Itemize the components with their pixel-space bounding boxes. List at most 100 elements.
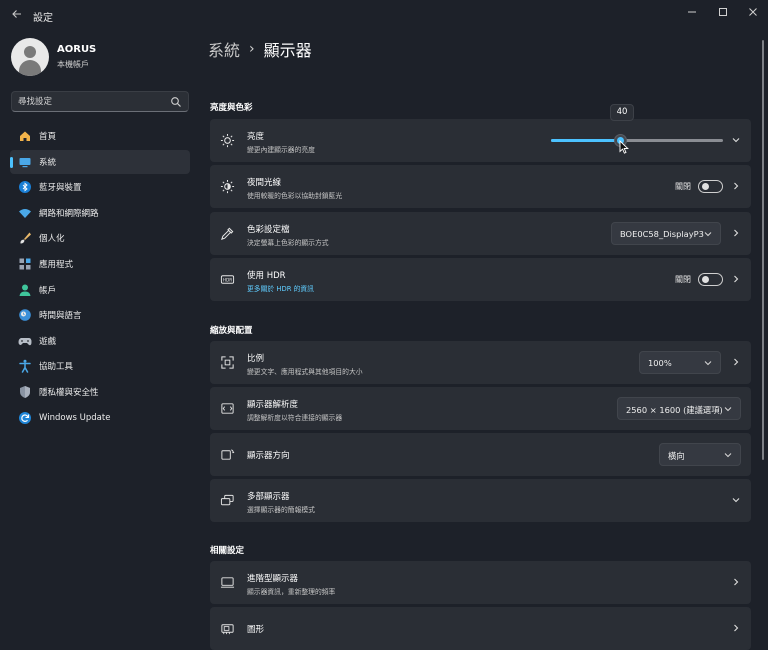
scale-icon — [221, 356, 234, 369]
advanced-display-title: 進階型顯示器 — [247, 574, 299, 584]
avatar[interactable] — [11, 38, 49, 76]
color-profile-subtitle: 決定螢幕上色彩的顯示方式 — [247, 239, 329, 247]
resolution-card[interactable]: 顯示器解析度 調整解析度以符合連接的顯示器 2560 × 1600 (建議選項) — [210, 387, 751, 430]
sidebar-item-privacy[interactable]: 隱私權與安全性 — [10, 380, 190, 404]
chevron-down-icon — [704, 361, 712, 366]
sidebar-item-label: 首頁 — [39, 132, 57, 142]
brightness-title: 亮度 — [247, 132, 265, 142]
color-profile-card[interactable]: 色彩設定檔 決定螢幕上色彩的顯示方式 BOE0C58_DisplayP3 — [210, 212, 751, 255]
scale-dropdown[interactable]: 100% — [639, 351, 721, 374]
chevron-right-icon[interactable] — [731, 274, 741, 284]
minimize-icon — [688, 11, 696, 13]
user-name: AORUS — [57, 44, 97, 55]
sidebar-item-apps[interactable]: 應用程式 — [10, 252, 190, 276]
brightness-slider[interactable] — [551, 134, 723, 147]
minimize-button[interactable] — [676, 0, 708, 24]
close-button[interactable] — [737, 0, 768, 24]
night-light-icon — [220, 179, 235, 194]
chevron-down-icon — [724, 453, 732, 458]
sun-icon — [220, 133, 235, 148]
sidebar-item-windows-update[interactable]: Windows Update — [10, 406, 190, 430]
graphics-card-icon — [221, 624, 234, 635]
hdr-title: 使用 HDR — [247, 271, 286, 281]
sidebar-item-label: 遊戲 — [39, 336, 57, 347]
orientation-dropdown[interactable]: 橫向 — [659, 443, 741, 466]
mouse-cursor-icon — [619, 140, 629, 154]
resolution-title: 顯示器解析度 — [247, 400, 299, 410]
sidebar-item-label: 帳戶 — [39, 285, 57, 296]
scale-title: 比例 — [247, 354, 265, 364]
globe-clock-icon — [19, 309, 31, 321]
chevron-right-icon[interactable] — [731, 181, 741, 191]
sidebar-item-personalization[interactable]: 個人化 — [10, 226, 190, 250]
night-light-title: 夜間光線 — [247, 178, 282, 188]
multiple-displays-icon — [220, 494, 234, 506]
scale-subtitle: 變更文字、應用程式與其他項目的大小 — [247, 368, 363, 376]
eyedropper-icon — [221, 227, 234, 240]
search-box[interactable] — [11, 91, 189, 112]
sidebar-item-time-language[interactable]: 時間與語言 — [10, 303, 190, 327]
sidebar-item-network[interactable]: 網路和網際網路 — [10, 201, 190, 225]
multiple-displays-card[interactable]: 多部顯示器 選擇顯示器的簡報模式 — [210, 479, 751, 522]
chevron-down-icon — [724, 407, 732, 412]
chevron-right-icon[interactable] — [731, 228, 741, 238]
advanced-display-card[interactable]: 進階型顯示器 顯示器資訊，重新整理的頻率 — [210, 561, 751, 604]
scale-card[interactable]: 比例 變更文字、應用程式與其他項目的大小 100% — [210, 341, 751, 384]
sidebar-item-system[interactable]: 系統 — [10, 149, 190, 174]
orientation-title: 顯示器方向 — [247, 451, 290, 461]
chevron-right-icon[interactable] — [731, 623, 741, 633]
scrollbar[interactable] — [762, 40, 764, 630]
color-profile-dropdown[interactable]: BOE0C58_DisplayP3 — [611, 222, 721, 245]
graphics-card[interactable]: 圖形 — [210, 607, 751, 650]
search-icon[interactable] — [170, 96, 182, 108]
resolution-subtitle: 調整解析度以符合連接的顯示器 — [247, 414, 343, 422]
sidebar-item-label: 網路和網際網路 — [39, 208, 99, 219]
maximize-button[interactable] — [707, 0, 739, 24]
chevron-down-icon[interactable] — [731, 135, 741, 145]
monitor-icon — [19, 157, 31, 167]
chevron-down-icon[interactable] — [731, 495, 741, 505]
dropdown-value: 橫向 — [668, 451, 685, 461]
breadcrumb-parent[interactable]: 系統 — [208, 37, 240, 61]
sidebar-item-home[interactable]: 首頁 — [10, 124, 190, 148]
search-input[interactable] — [18, 94, 168, 109]
advanced-display-subtitle: 顯示器資訊，重新整理的頻率 — [247, 588, 336, 596]
night-light-card[interactable]: 夜間光線 使用較暖的色彩以協助封鎖藍光 關閉 — [210, 165, 751, 208]
main-content: 系統 › 顯示器 亮度與色彩 亮度 變更內建顯示器的亮度 40 夜間光線 使用較… — [200, 32, 760, 650]
back-button[interactable] — [8, 7, 26, 25]
brightness-card[interactable]: 亮度 變更內建顯示器的亮度 — [210, 119, 751, 162]
night-light-subtitle: 使用較暖的色彩以協助封鎖藍光 — [247, 192, 343, 200]
resolution-dropdown[interactable]: 2560 × 1600 (建議選項) — [617, 397, 741, 420]
graphics-title: 圖形 — [247, 625, 265, 635]
section-title-related: 相關設定 — [210, 546, 245, 556]
color-profile-title: 色彩設定檔 — [247, 225, 290, 235]
multiple-displays-title: 多部顯示器 — [247, 492, 290, 502]
advanced-display-icon — [220, 577, 235, 588]
person-icon — [19, 284, 31, 296]
sidebar-item-accounts[interactable]: 帳戶 — [10, 278, 190, 302]
wifi-icon — [19, 208, 31, 218]
sidebar-item-gaming[interactable]: 遊戲 — [10, 329, 190, 353]
hdr-icon: HDR — [220, 275, 235, 284]
scrollbar-thumb[interactable] — [762, 40, 764, 460]
chevron-right-icon[interactable] — [731, 577, 741, 587]
hdr-toggle[interactable] — [698, 273, 723, 286]
svg-text:HDR: HDR — [223, 277, 232, 282]
orientation-card[interactable]: 顯示器方向 橫向 — [210, 433, 751, 476]
maximize-icon — [719, 8, 727, 16]
brightness-value-tooltip: 40 — [610, 104, 634, 121]
account-type: 本機帳戶 — [57, 60, 89, 69]
accessibility-icon — [19, 360, 31, 374]
dropdown-value: 100% — [648, 358, 672, 368]
app-title: 設定 — [33, 13, 53, 24]
close-icon — [749, 8, 757, 16]
chevron-right-icon[interactable] — [731, 357, 741, 367]
update-icon — [19, 411, 31, 424]
hdr-card[interactable]: HDR 使用 HDR 更多關於 HDR 的資訊 關閉 — [210, 258, 751, 301]
sidebar-item-bluetooth[interactable]: 藍牙與裝置 — [10, 175, 190, 199]
sidebar-item-accessibility[interactable]: 協助工具 — [10, 354, 190, 378]
night-light-state: 關閉 — [675, 182, 691, 191]
night-light-toggle[interactable] — [698, 180, 723, 193]
slider-fill — [551, 139, 620, 142]
hdr-info-link[interactable]: 更多關於 HDR 的資訊 — [247, 283, 314, 293]
